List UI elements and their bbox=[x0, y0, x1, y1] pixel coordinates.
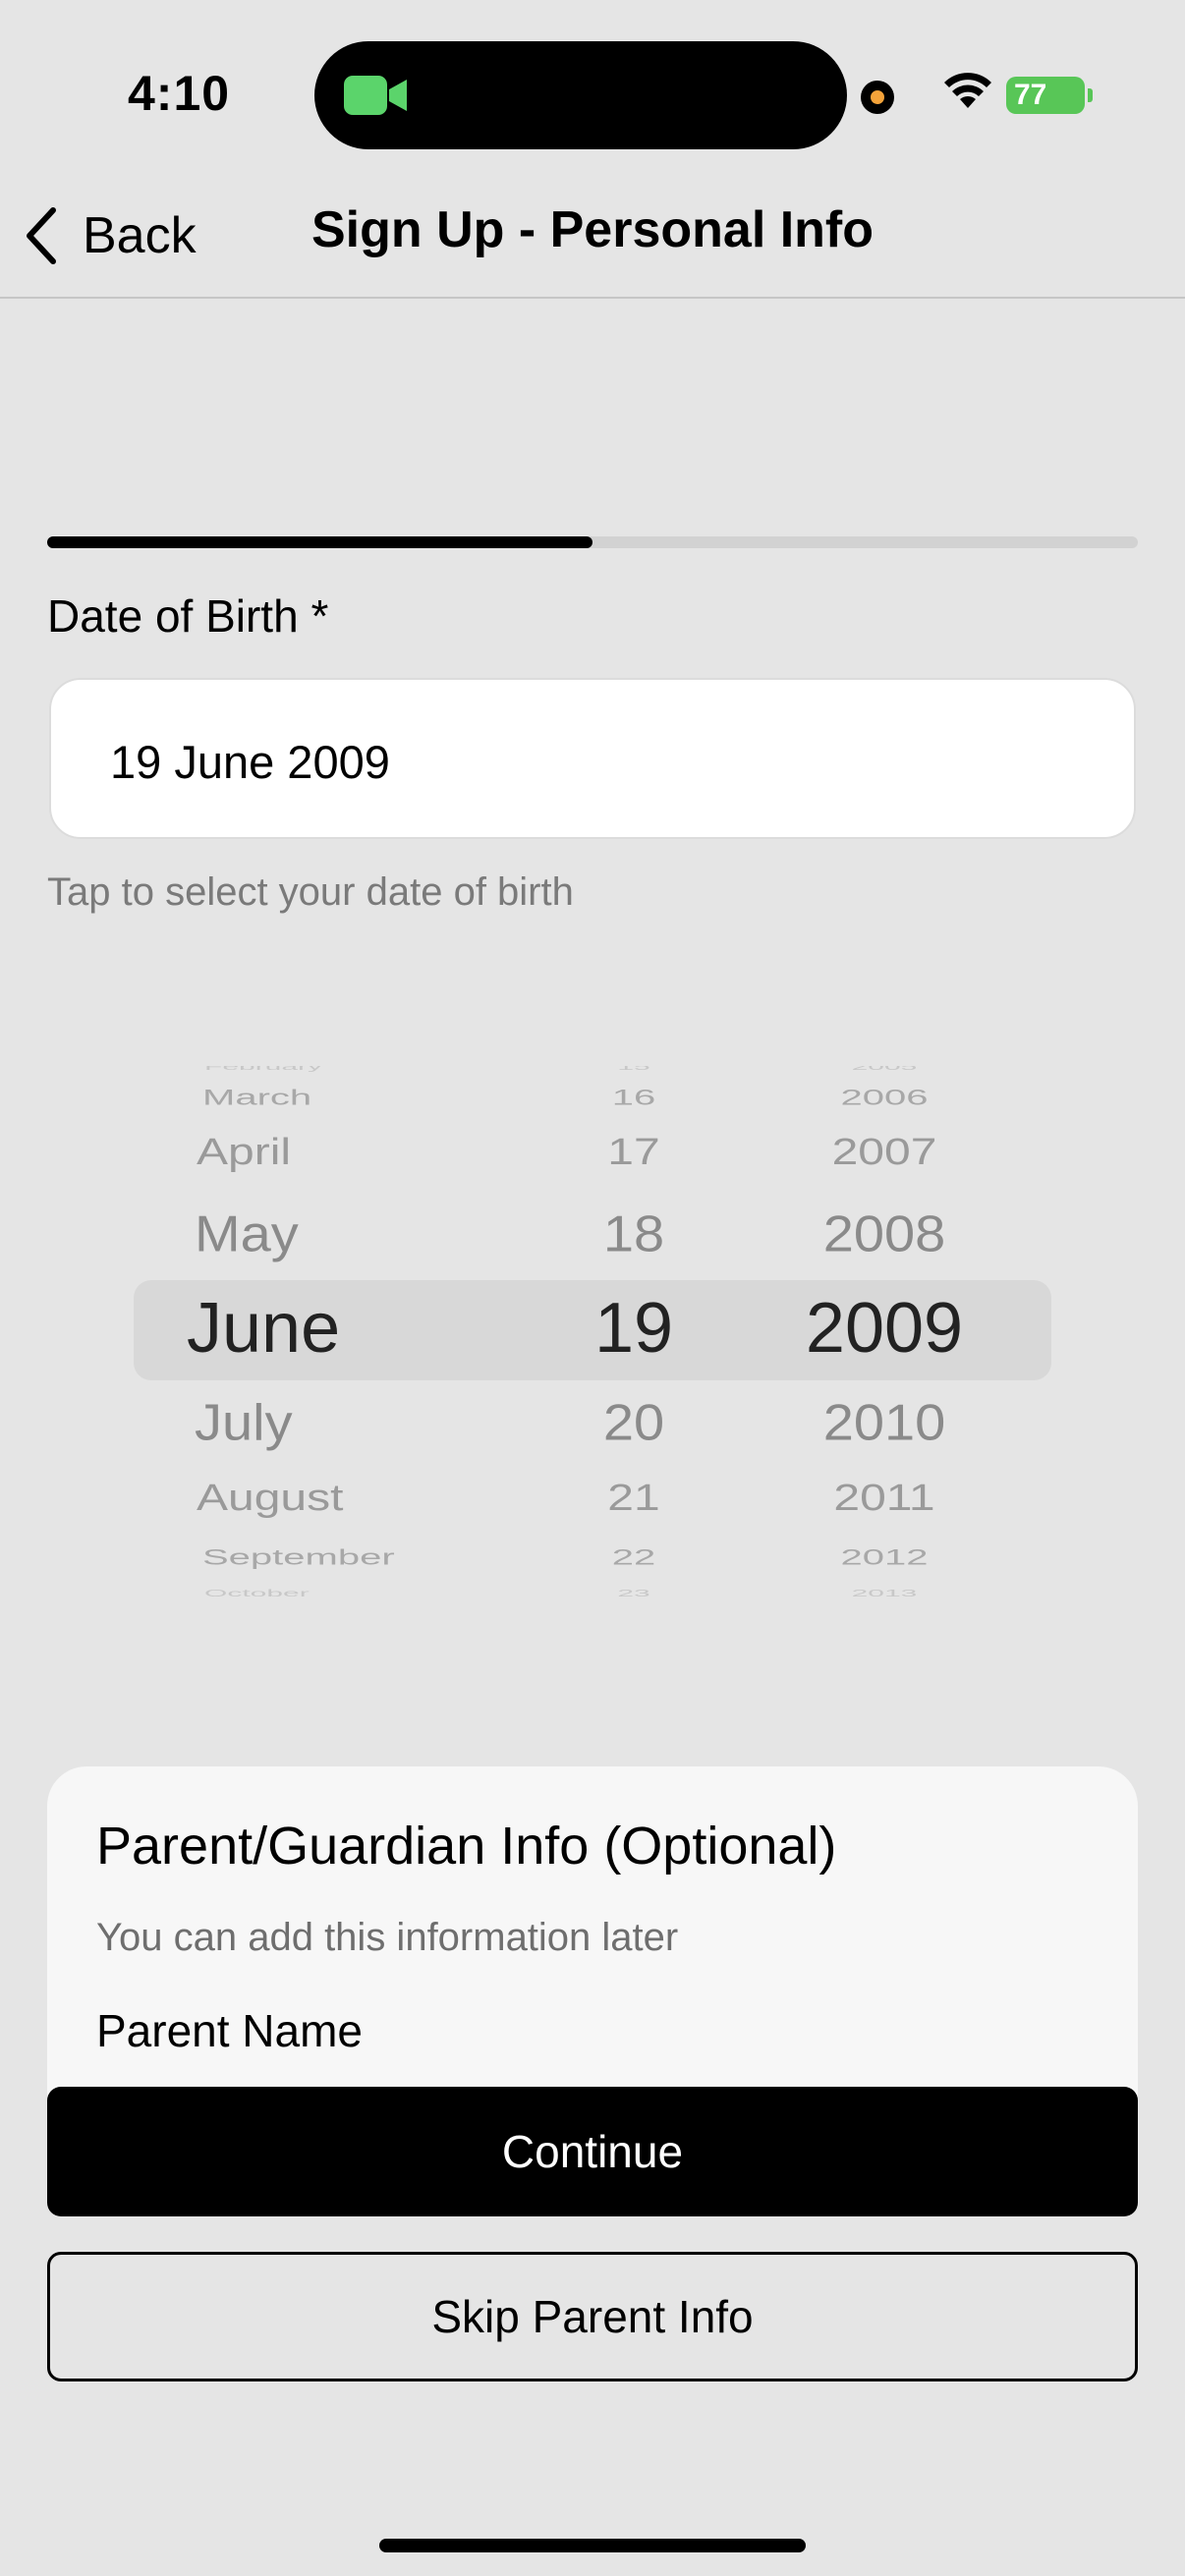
year-option[interactable]: 2005 bbox=[757, 1066, 1012, 1073]
home-indicator bbox=[379, 2539, 806, 2552]
year-wheel[interactable]: 2005 2006 2007 2008 2009 2010 2011 2012 2013 bbox=[757, 1066, 1012, 1596]
skip-parent-info-button[interactable]: Skip Parent Info bbox=[47, 2252, 1138, 2381]
year-option[interactable]: 2010 bbox=[757, 1392, 1012, 1451]
dob-hint: Tap to select your date of birth bbox=[47, 870, 574, 914]
month-wheel[interactable]: February March April May June July August Septe… bbox=[128, 1066, 580, 1596]
status-time: 4:10 bbox=[128, 66, 231, 121]
year-option[interactable]: 2007 bbox=[757, 1131, 1012, 1174]
continue-button[interactable]: Continue bbox=[47, 2087, 1138, 2216]
year-option[interactable]: 2013 bbox=[757, 1588, 1012, 1596]
day-option[interactable]: 15 bbox=[560, 1066, 707, 1073]
dynamic-island bbox=[314, 41, 847, 149]
day-option[interactable]: 20 bbox=[560, 1392, 707, 1451]
year-option[interactable]: 2006 bbox=[757, 1086, 1012, 1110]
nav-bar: Back Sign Up - Personal Info bbox=[0, 177, 1185, 299]
facetime-video-icon bbox=[344, 76, 407, 115]
camera-indicator-icon bbox=[861, 81, 894, 114]
day-option[interactable]: 23 bbox=[560, 1588, 707, 1596]
year-option[interactable]: 2012 bbox=[757, 1545, 1012, 1570]
battery-icon: 77 bbox=[1006, 77, 1093, 114]
day-option[interactable]: 16 bbox=[560, 1086, 707, 1110]
dob-label: Date of Birth * bbox=[47, 590, 329, 642]
parent-name-label: Parent Name bbox=[96, 2005, 364, 2056]
year-option[interactable]: 2008 bbox=[757, 1204, 1012, 1262]
day-option[interactable]: 19 bbox=[560, 1288, 707, 1369]
parent-card-title: Parent/Guardian Info (Optional) bbox=[96, 1817, 837, 1876]
day-wheel[interactable]: 15 16 17 18 19 20 21 22 23 bbox=[560, 1066, 707, 1596]
progress-fill bbox=[47, 536, 592, 548]
day-option[interactable]: 18 bbox=[560, 1204, 707, 1262]
battery-level: 77 bbox=[1014, 79, 1047, 111]
parent-card-subtitle: You can add this information later bbox=[96, 1916, 679, 1959]
progress-bar bbox=[47, 536, 1138, 548]
wifi-icon bbox=[944, 73, 991, 108]
day-option[interactable]: 21 bbox=[560, 1477, 707, 1520]
page-title: Sign Up - Personal Info bbox=[310, 201, 875, 258]
date-picker[interactable]: February March April May June July August Septe… bbox=[128, 1066, 1061, 1596]
day-option[interactable]: 17 bbox=[560, 1131, 707, 1174]
dob-field[interactable]: 19 June 2009 bbox=[49, 678, 1136, 839]
day-option[interactable]: 22 bbox=[560, 1545, 707, 1570]
year-option[interactable]: 2011 bbox=[757, 1477, 1012, 1520]
year-option[interactable]: 2009 bbox=[757, 1288, 1012, 1369]
dob-value: 19 June 2009 bbox=[110, 736, 390, 788]
